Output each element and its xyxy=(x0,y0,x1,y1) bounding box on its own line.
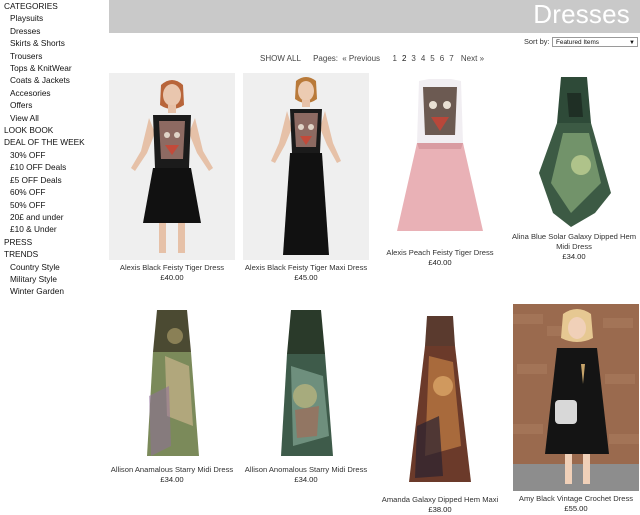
sidebar-trends[interactable]: TRENDS xyxy=(0,248,106,260)
sidebar-item-accesories[interactable]: Accesories xyxy=(0,87,106,99)
sort-select-value: Featured Items xyxy=(556,39,599,46)
product-price: £40.00 xyxy=(428,258,452,267)
sidebar-item-offers[interactable]: Offers xyxy=(0,99,106,111)
product-image[interactable] xyxy=(243,73,369,260)
product-card[interactable]: Amy Black Vintage Crochet Dress £55.00 xyxy=(513,304,639,514)
sidebar-item-10-and-under[interactable]: £10 & Under xyxy=(0,223,106,235)
product-name[interactable]: Amy Black Vintage Crochet Dress xyxy=(513,494,639,504)
previous-page-link[interactable]: « Previous xyxy=(342,54,380,63)
product-card[interactable]: Alexis Black Feisty Tiger Maxi Dress £45… xyxy=(243,73,369,283)
sidebar-item-skirts-shorts[interactable]: Skirts & Shorts xyxy=(0,37,106,49)
product-image[interactable] xyxy=(511,73,637,229)
product-image[interactable] xyxy=(109,73,235,260)
sidebar-press[interactable]: PRESS xyxy=(0,236,106,248)
categories-heading[interactable]: CATEGORIES xyxy=(0,0,106,12)
sidebar-item-tops-knitwear[interactable]: Tops & KnitWear xyxy=(0,62,106,74)
product-price: £34.00 xyxy=(160,475,184,484)
product-card[interactable]: Alexis Peach Feisty Tiger Dress £40.00 xyxy=(377,73,503,268)
next-page-link[interactable]: Next » xyxy=(461,54,484,63)
product-card[interactable]: Allison Anomalous Starry Midi Dress £34.… xyxy=(243,306,369,485)
page-link-7[interactable]: 7 xyxy=(449,54,453,63)
sidebar-item-60-off[interactable]: 60% OFF xyxy=(0,186,106,198)
chevron-down-icon: ▼ xyxy=(629,40,635,46)
product-card[interactable]: Alina Blue Solar Galaxy Dipped Hem Midi … xyxy=(511,73,637,262)
sidebar-item-10-off-deals[interactable]: £10 OFF Deals xyxy=(0,161,106,173)
product-name[interactable]: Allison Anamalous Starry Midi Dress xyxy=(109,465,235,475)
sidebar-look-book[interactable]: LOOK BOOK xyxy=(0,124,106,136)
page-link-4[interactable]: 4 xyxy=(421,54,425,63)
product-name[interactable]: Alina Blue Solar Galaxy Dipped Hem Midi … xyxy=(511,232,637,252)
product-name[interactable]: Allison Anomalous Starry Midi Dress xyxy=(243,465,369,475)
product-image[interactable] xyxy=(243,306,369,462)
sidebar-deal-of-the-week[interactable]: DEAL OF THE WEEK xyxy=(0,136,106,148)
product-card[interactable]: Allison Anamalous Starry Midi Dress £34.… xyxy=(109,306,235,485)
product-image[interactable] xyxy=(109,306,235,462)
product-image[interactable] xyxy=(377,73,503,245)
sidebar-item-20-and-under[interactable]: 20£ and under xyxy=(0,211,106,223)
pages-label: Pages: xyxy=(313,54,338,63)
product-image[interactable] xyxy=(377,306,503,492)
page-link-5[interactable]: 5 xyxy=(430,54,434,63)
product-name[interactable]: Alexis Peach Feisty Tiger Dress xyxy=(377,248,503,258)
product-price: £34.00 xyxy=(562,252,586,261)
sidebar-item-50-off[interactable]: 50% OFF xyxy=(0,199,106,211)
sidebar-item-winter-garden[interactable]: Winter Garden xyxy=(0,285,106,297)
product-price: £34.00 xyxy=(294,475,318,484)
page-link-6[interactable]: 6 xyxy=(440,54,444,63)
sidebar-nav: CATEGORIES Playsuits Dresses Skirts & Sh… xyxy=(0,0,106,298)
sidebar-item-30-off[interactable]: 30% OFF xyxy=(0,149,106,161)
sidebar-item-5-off-deals[interactable]: £5 OFF Deals xyxy=(0,174,106,186)
product-name[interactable]: Alexis Black Feisty Tiger Dress xyxy=(109,263,235,273)
page-link-3[interactable]: 3 xyxy=(411,54,415,63)
page-link-2-current[interactable]: 2 xyxy=(402,54,406,63)
product-image[interactable] xyxy=(513,304,639,491)
product-price: £55.00 xyxy=(564,504,588,513)
product-price: £45.00 xyxy=(294,273,318,282)
page-title: Dresses xyxy=(533,0,630,29)
category-header-banner: Dresses xyxy=(109,0,640,33)
page-link-1[interactable]: 1 xyxy=(392,54,396,63)
product-card[interactable]: Amanda Galaxy Dipped Hem Maxi £38.00 xyxy=(377,306,503,515)
sidebar-item-dresses[interactable]: Dresses xyxy=(0,25,106,37)
sort-select[interactable]: Featured Items ▼ xyxy=(552,37,638,47)
sidebar-item-military-style[interactable]: Military Style xyxy=(0,273,106,285)
product-card[interactable]: Alexis Black Feisty Tiger Dress £40.00 xyxy=(109,73,235,283)
product-name[interactable]: Amanda Galaxy Dipped Hem Maxi xyxy=(377,495,503,505)
sort-label: Sort by: xyxy=(524,37,550,46)
product-price: £38.00 xyxy=(428,505,452,514)
show-all-link[interactable]: SHOW ALL xyxy=(260,54,301,63)
product-name[interactable]: Alexis Black Feisty Tiger Maxi Dress xyxy=(243,263,369,273)
sidebar-item-trousers[interactable]: Trousers xyxy=(0,50,106,62)
sidebar-item-view-all[interactable]: View All xyxy=(0,112,106,124)
sidebar-item-coats-jackets[interactable]: Coats & Jackets xyxy=(0,74,106,86)
sidebar-item-playsuits[interactable]: Playsuits xyxy=(0,12,106,24)
pagination: SHOW ALL Pages: « Previous 1234567 Next … xyxy=(260,54,484,63)
sidebar-item-country-style[interactable]: Country Style xyxy=(0,261,106,273)
product-price: £40.00 xyxy=(160,273,184,282)
